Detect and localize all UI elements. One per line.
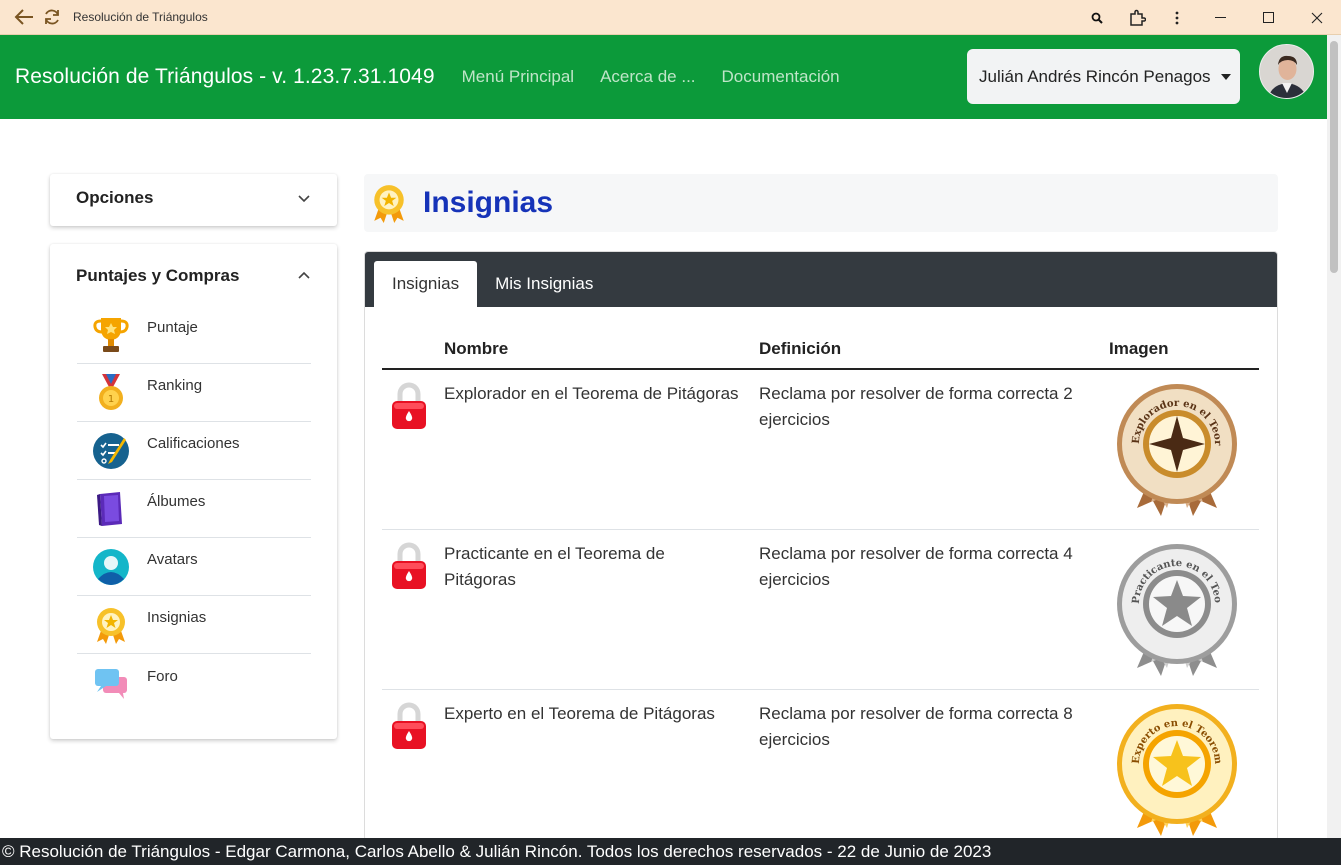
chevron-down-icon bbox=[298, 195, 310, 203]
user-menu-button[interactable]: Julián Andrés Rincón Penagos bbox=[967, 49, 1240, 104]
sidebar-item-avatars[interactable]: Avatars bbox=[77, 538, 311, 596]
tab-bar: Insignias Mis Insignias bbox=[365, 252, 1277, 307]
header-lock bbox=[382, 329, 444, 370]
tab-insignias[interactable]: Insignias bbox=[374, 261, 478, 307]
vertical-scrollbar[interactable] bbox=[1327, 35, 1341, 838]
sidebar-item-puntaje[interactable]: Puntaje bbox=[77, 306, 311, 364]
user-avatar[interactable] bbox=[1259, 44, 1314, 99]
badge-name: Practicante en el Teorema de Pitágoras bbox=[444, 529, 759, 690]
page-header: Insignias bbox=[364, 174, 1278, 232]
minimize-icon[interactable] bbox=[1197, 0, 1245, 35]
nav-link-main-menu[interactable]: Menú Principal bbox=[462, 67, 574, 87]
chevron-up-icon bbox=[298, 271, 310, 279]
badges-table: Nombre Definición Imagen Explorador en e… bbox=[382, 329, 1259, 840]
sidebar-item-label: Insignias bbox=[147, 609, 207, 626]
zoom-icon[interactable] bbox=[1077, 0, 1117, 35]
window-title: Resolución de Triángulos bbox=[73, 10, 208, 24]
footer-text: © Resolución de Triángulos - Edgar Carmo… bbox=[2, 841, 992, 861]
tab-mis-insignias[interactable]: Mis Insignias bbox=[477, 261, 611, 307]
scores-title: Puntajes y Compras bbox=[76, 266, 240, 285]
nav-link-about[interactable]: Acerca de ... bbox=[600, 67, 695, 87]
page-title: Insignias bbox=[423, 186, 554, 219]
header-definicion: Definición bbox=[759, 329, 1109, 370]
header-nombre: Nombre bbox=[444, 329, 759, 370]
sidebar-item-albumes[interactable]: Álbumes bbox=[77, 480, 311, 538]
scores-card: Puntajes y Compras Puntaje 1 Ranking Cal… bbox=[50, 244, 337, 739]
scrollbar-thumb[interactable] bbox=[1330, 41, 1338, 273]
badge-definition: Reclama por resolver de forma correcta 2… bbox=[759, 369, 1109, 530]
table-row: Practicante en el Teorema de Pitágoras R… bbox=[382, 529, 1259, 690]
table-row: Experto en el Teorema de Pitágoras Recla… bbox=[382, 689, 1259, 840]
sidebar-item-ranking[interactable]: 1 Ranking bbox=[77, 364, 311, 422]
lock-icon[interactable] bbox=[390, 700, 428, 752]
trophy-icon bbox=[91, 315, 131, 355]
caret-down-icon bbox=[1220, 73, 1231, 80]
sidebar-item-label: Álbumes bbox=[147, 493, 206, 510]
nav-link-documentation[interactable]: Documentación bbox=[722, 67, 840, 87]
album-icon bbox=[91, 489, 131, 529]
svg-text:1: 1 bbox=[108, 394, 114, 405]
badge-icon bbox=[91, 605, 131, 645]
maximize-icon[interactable] bbox=[1245, 0, 1293, 35]
badge-definition: Reclama por resolver de forma correcta 4… bbox=[759, 529, 1109, 690]
badge-icon bbox=[374, 185, 404, 223]
more-options-icon[interactable] bbox=[1157, 0, 1197, 35]
refresh-icon[interactable] bbox=[39, 4, 65, 30]
sidebar-item-label: Ranking bbox=[147, 377, 203, 394]
extensions-icon[interactable] bbox=[1117, 0, 1157, 35]
options-card: Opciones bbox=[50, 174, 337, 226]
app-navbar: Resolución de Triángulos - v. 1.23.7.31.… bbox=[0, 35, 1327, 119]
avatar-icon bbox=[91, 547, 131, 587]
table-row: Explorador en el Teorema de Pitágoras Re… bbox=[382, 369, 1259, 530]
back-arrow-icon[interactable] bbox=[11, 4, 37, 30]
sidebar-item-label: Avatars bbox=[147, 551, 198, 568]
window-titlebar: Resolución de Triángulos bbox=[0, 0, 1341, 35]
user-name: Julián Andrés Rincón Penagos bbox=[979, 66, 1211, 86]
silver-badge-image: Practicante en el Teorema de Pitágoras bbox=[1115, 540, 1237, 676]
medal-icon: 1 bbox=[91, 373, 131, 413]
close-icon[interactable] bbox=[1293, 0, 1341, 35]
gold-badge-image: Experto en el Teorema de Pitágoras bbox=[1115, 700, 1237, 836]
bronze-badge-image: Explorador en el Teorema de Pitágoras bbox=[1115, 380, 1237, 516]
page-footer: © Resolución de Triángulos - Edgar Carmo… bbox=[0, 838, 1341, 865]
sidebar-item-insignias[interactable]: Insignias bbox=[77, 596, 311, 654]
scores-header[interactable]: Puntajes y Compras bbox=[50, 244, 337, 306]
header-imagen: Imagen bbox=[1109, 329, 1259, 370]
options-title: Opciones bbox=[76, 188, 154, 207]
scores-menu: Puntaje 1 Ranking Calificaciones Álbumes… bbox=[77, 306, 311, 712]
grades-icon bbox=[91, 431, 131, 471]
sidebar-item-calificaciones[interactable]: Calificaciones bbox=[77, 422, 311, 480]
table-header-row: Nombre Definición Imagen bbox=[382, 329, 1259, 370]
sidebar-item-label: Puntaje bbox=[147, 319, 198, 336]
forum-icon bbox=[91, 663, 131, 703]
sidebar-item-label: Foro bbox=[147, 667, 178, 685]
lock-icon[interactable] bbox=[390, 380, 428, 432]
lock-icon[interactable] bbox=[390, 540, 428, 592]
app-brand[interactable]: Resolución de Triángulos - v. 1.23.7.31.… bbox=[15, 65, 435, 89]
sidebar-item-label: Calificaciones bbox=[147, 435, 240, 452]
badge-name: Experto en el Teorema de Pitágoras bbox=[444, 689, 759, 840]
sidebar-item-foro[interactable]: Foro bbox=[77, 654, 311, 712]
options-header[interactable]: Opciones bbox=[50, 174, 337, 222]
badge-name: Explorador en el Teorema de Pitágoras bbox=[444, 369, 759, 530]
badge-definition: Reclama por resolver de forma correcta 8… bbox=[759, 689, 1109, 840]
badges-panel: Insignias Mis Insignias Nombre Definició… bbox=[364, 251, 1278, 841]
